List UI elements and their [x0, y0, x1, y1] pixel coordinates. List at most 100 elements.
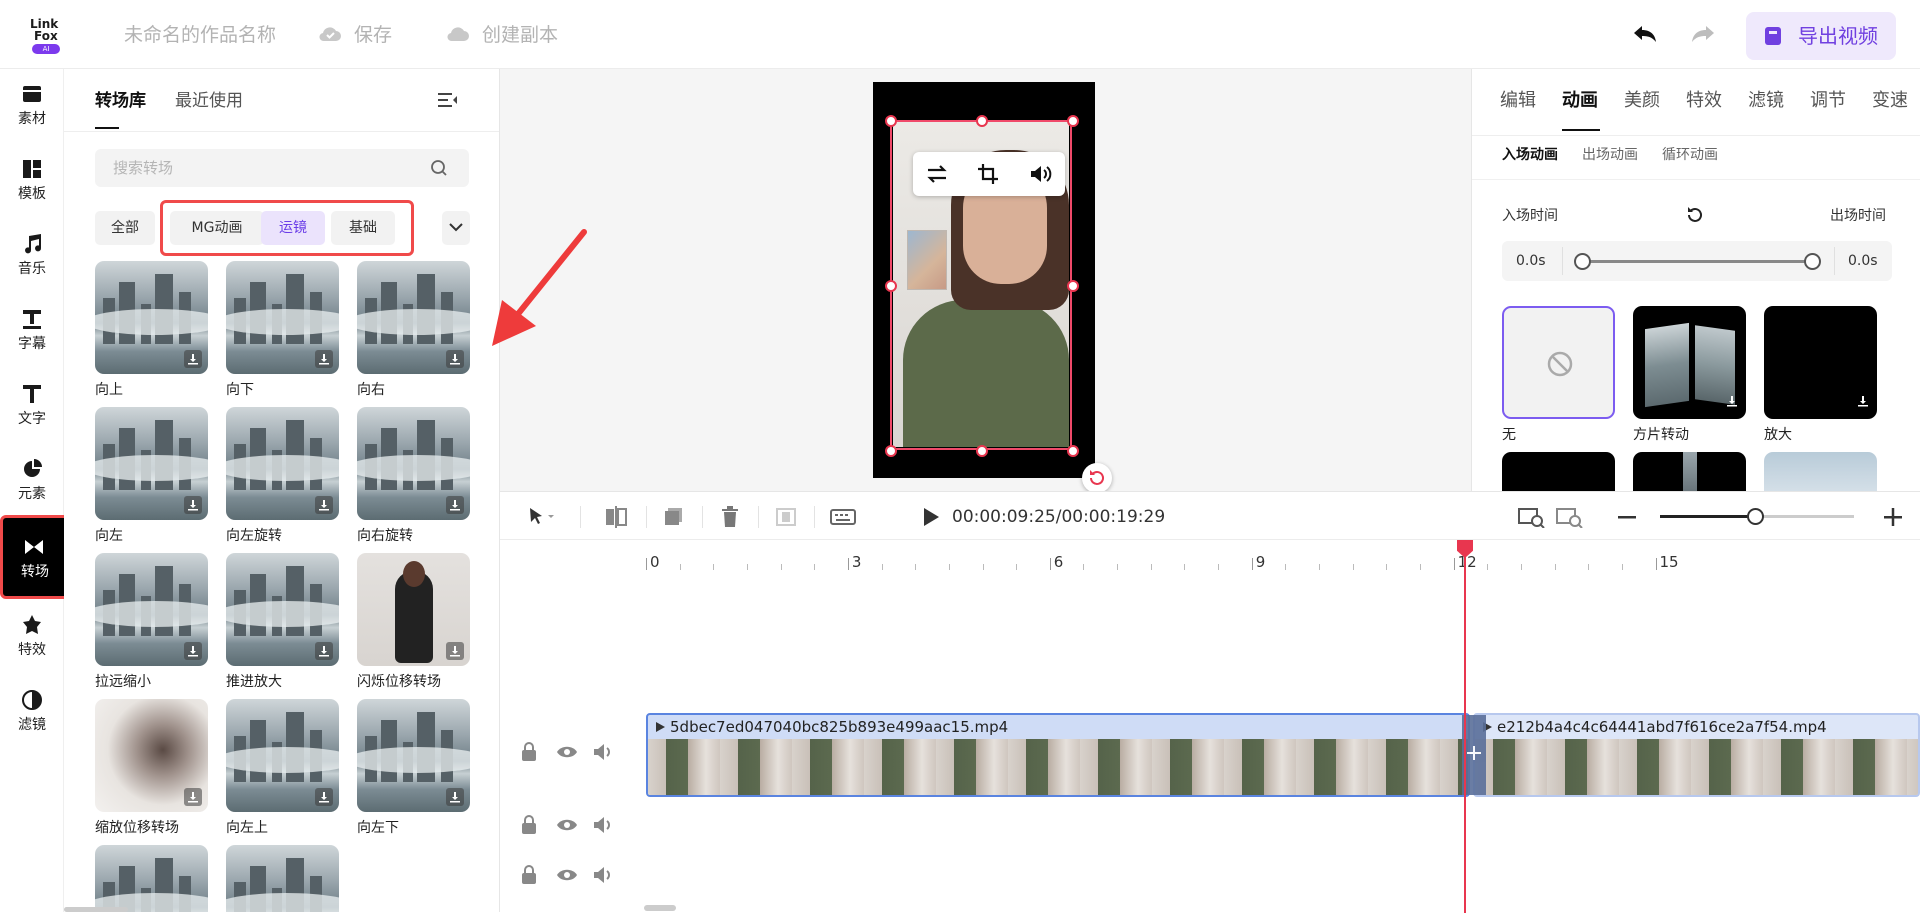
- subtab-in-animation[interactable]: 入场动画: [1502, 147, 1558, 163]
- out-time-value: 0.0s: [1848, 253, 1878, 269]
- redo-button[interactable]: [1688, 20, 1722, 50]
- subtab-out-animation[interactable]: 出场动画: [1582, 147, 1638, 163]
- resize-handle[interactable]: [1067, 280, 1079, 292]
- project-name[interactable]: 未命名的作品名称: [124, 24, 276, 46]
- out-time-handle[interactable]: [1804, 253, 1821, 270]
- transition-thumbnail: [357, 261, 470, 374]
- ruler-tick: [1520, 564, 1522, 570]
- save-button[interactable]: 保存: [354, 24, 392, 46]
- timeline-scrollbar[interactable]: [644, 905, 676, 911]
- tab-beauty[interactable]: 美颜: [1624, 91, 1660, 111]
- delete-icon[interactable]: [718, 506, 742, 528]
- volume-icon[interactable]: [592, 865, 614, 885]
- slider-track[interactable]: [1582, 260, 1814, 263]
- time-ruler[interactable]: 0 3 6 9 12 15: [500, 540, 1920, 574]
- divider: [580, 506, 581, 528]
- reset-icon[interactable]: [1686, 206, 1704, 224]
- in-time-handle[interactable]: [1574, 253, 1591, 270]
- crop-icon[interactable]: [977, 163, 1001, 185]
- copy-icon[interactable]: [662, 506, 686, 528]
- select-tool-icon[interactable]: [526, 506, 556, 528]
- sidebar-item-transition[interactable]: 转场: [0, 515, 70, 599]
- category-all[interactable]: 全部: [95, 211, 155, 245]
- download-icon[interactable]: [446, 350, 464, 368]
- tab-speed[interactable]: 变速: [1872, 91, 1908, 111]
- lock-icon[interactable]: [520, 865, 538, 885]
- download-icon[interactable]: [315, 788, 333, 806]
- download-icon[interactable]: [315, 642, 333, 660]
- sidebar-item-element[interactable]: 元素: [0, 444, 64, 514]
- ruler-tick: [1487, 564, 1489, 570]
- eye-icon[interactable]: [556, 742, 578, 762]
- resize-handle[interactable]: [885, 445, 897, 457]
- resize-handle[interactable]: [1067, 115, 1079, 127]
- download-icon[interactable]: [446, 496, 464, 514]
- sidebar-item-material[interactable]: 素材: [0, 69, 64, 139]
- download-icon[interactable]: [1726, 392, 1738, 411]
- tab-transition-library[interactable]: 转场库: [95, 91, 146, 111]
- subtab-loop-animation[interactable]: 循环动画: [1662, 147, 1718, 163]
- resize-handle[interactable]: [976, 115, 988, 127]
- sidebar-item-template[interactable]: 模板: [0, 144, 64, 214]
- category-more-button[interactable]: [442, 211, 470, 245]
- undo-button[interactable]: [1630, 20, 1664, 50]
- zoom-fit-icon[interactable]: [1518, 506, 1546, 528]
- split-icon[interactable]: [604, 506, 628, 528]
- zoom-slider-handle[interactable]: [1747, 508, 1764, 525]
- tab-effects[interactable]: 特效: [1686, 91, 1722, 111]
- download-icon[interactable]: [184, 642, 202, 660]
- download-icon[interactable]: [184, 788, 202, 806]
- play-icon[interactable]: [920, 506, 942, 528]
- playhead[interactable]: [1464, 542, 1466, 913]
- keyboard-icon[interactable]: [830, 506, 856, 528]
- eye-icon[interactable]: [556, 815, 578, 835]
- volume-icon[interactable]: [592, 742, 614, 762]
- lock-icon[interactable]: [520, 742, 538, 762]
- rotate-reset-button[interactable]: [1082, 463, 1112, 493]
- freeze-frame-icon[interactable]: [774, 506, 798, 528]
- zoom-in-icon[interactable]: [1882, 506, 1904, 528]
- download-icon[interactable]: [446, 642, 464, 660]
- collapse-panel-icon[interactable]: [438, 91, 458, 109]
- download-icon[interactable]: [1857, 392, 1869, 411]
- tab-adjust[interactable]: 调节: [1810, 91, 1846, 111]
- panel-scrollbar[interactable]: [64, 907, 128, 912]
- ruler-tick: [746, 564, 748, 570]
- sidebar-item-filter[interactable]: 滤镜: [0, 675, 64, 745]
- search-input[interactable]: [95, 149, 469, 187]
- animation-label: 无: [1502, 427, 1516, 443]
- sidebar-item-effects[interactable]: 特效: [0, 600, 64, 670]
- duplicate-button[interactable]: 创建副本: [482, 24, 558, 46]
- resize-handle[interactable]: [1067, 445, 1079, 457]
- download-icon[interactable]: [315, 350, 333, 368]
- tab-edit[interactable]: 编辑: [1500, 91, 1536, 111]
- download-icon[interactable]: [184, 496, 202, 514]
- search-icon[interactable]: [430, 159, 448, 177]
- tab-filter[interactable]: 滤镜: [1748, 91, 1784, 111]
- video-clip[interactable]: e212b4a4c4c64441abd7f616ce2a7f54.mp4: [1473, 713, 1920, 797]
- divider: [1472, 135, 1920, 136]
- transition-label: 向左旋转: [226, 528, 282, 544]
- zoom-out-icon[interactable]: [1616, 506, 1638, 528]
- resize-handle[interactable]: [885, 115, 897, 127]
- sidebar-item-text[interactable]: 文字: [0, 369, 64, 439]
- swap-icon[interactable]: [925, 163, 949, 185]
- zoom-clip-icon[interactable]: [1556, 506, 1584, 528]
- sidebar-item-subtitle[interactable]: 字幕: [0, 294, 64, 364]
- volume-icon[interactable]: [592, 815, 614, 835]
- tab-animation[interactable]: 动画: [1562, 91, 1598, 111]
- sidebar-item-music[interactable]: 音乐: [0, 219, 64, 289]
- resize-handle[interactable]: [885, 280, 897, 292]
- tab-recent[interactable]: 最近使用: [175, 91, 243, 111]
- export-video-button[interactable]: 导出视频: [1746, 12, 1896, 60]
- eye-icon[interactable]: [556, 865, 578, 885]
- video-clip[interactable]: 5dbec7ed047040bc825b893e499aac15.mp4: [646, 713, 1470, 797]
- effects-icon: [21, 614, 43, 636]
- clip-filename: 5dbec7ed047040bc825b893e499aac15.mp4: [670, 718, 1009, 736]
- download-icon[interactable]: [315, 496, 333, 514]
- download-icon[interactable]: [184, 350, 202, 368]
- lock-icon[interactable]: [520, 815, 538, 835]
- resize-handle[interactable]: [976, 445, 988, 457]
- volume-icon[interactable]: [1029, 163, 1053, 185]
- download-icon[interactable]: [446, 788, 464, 806]
